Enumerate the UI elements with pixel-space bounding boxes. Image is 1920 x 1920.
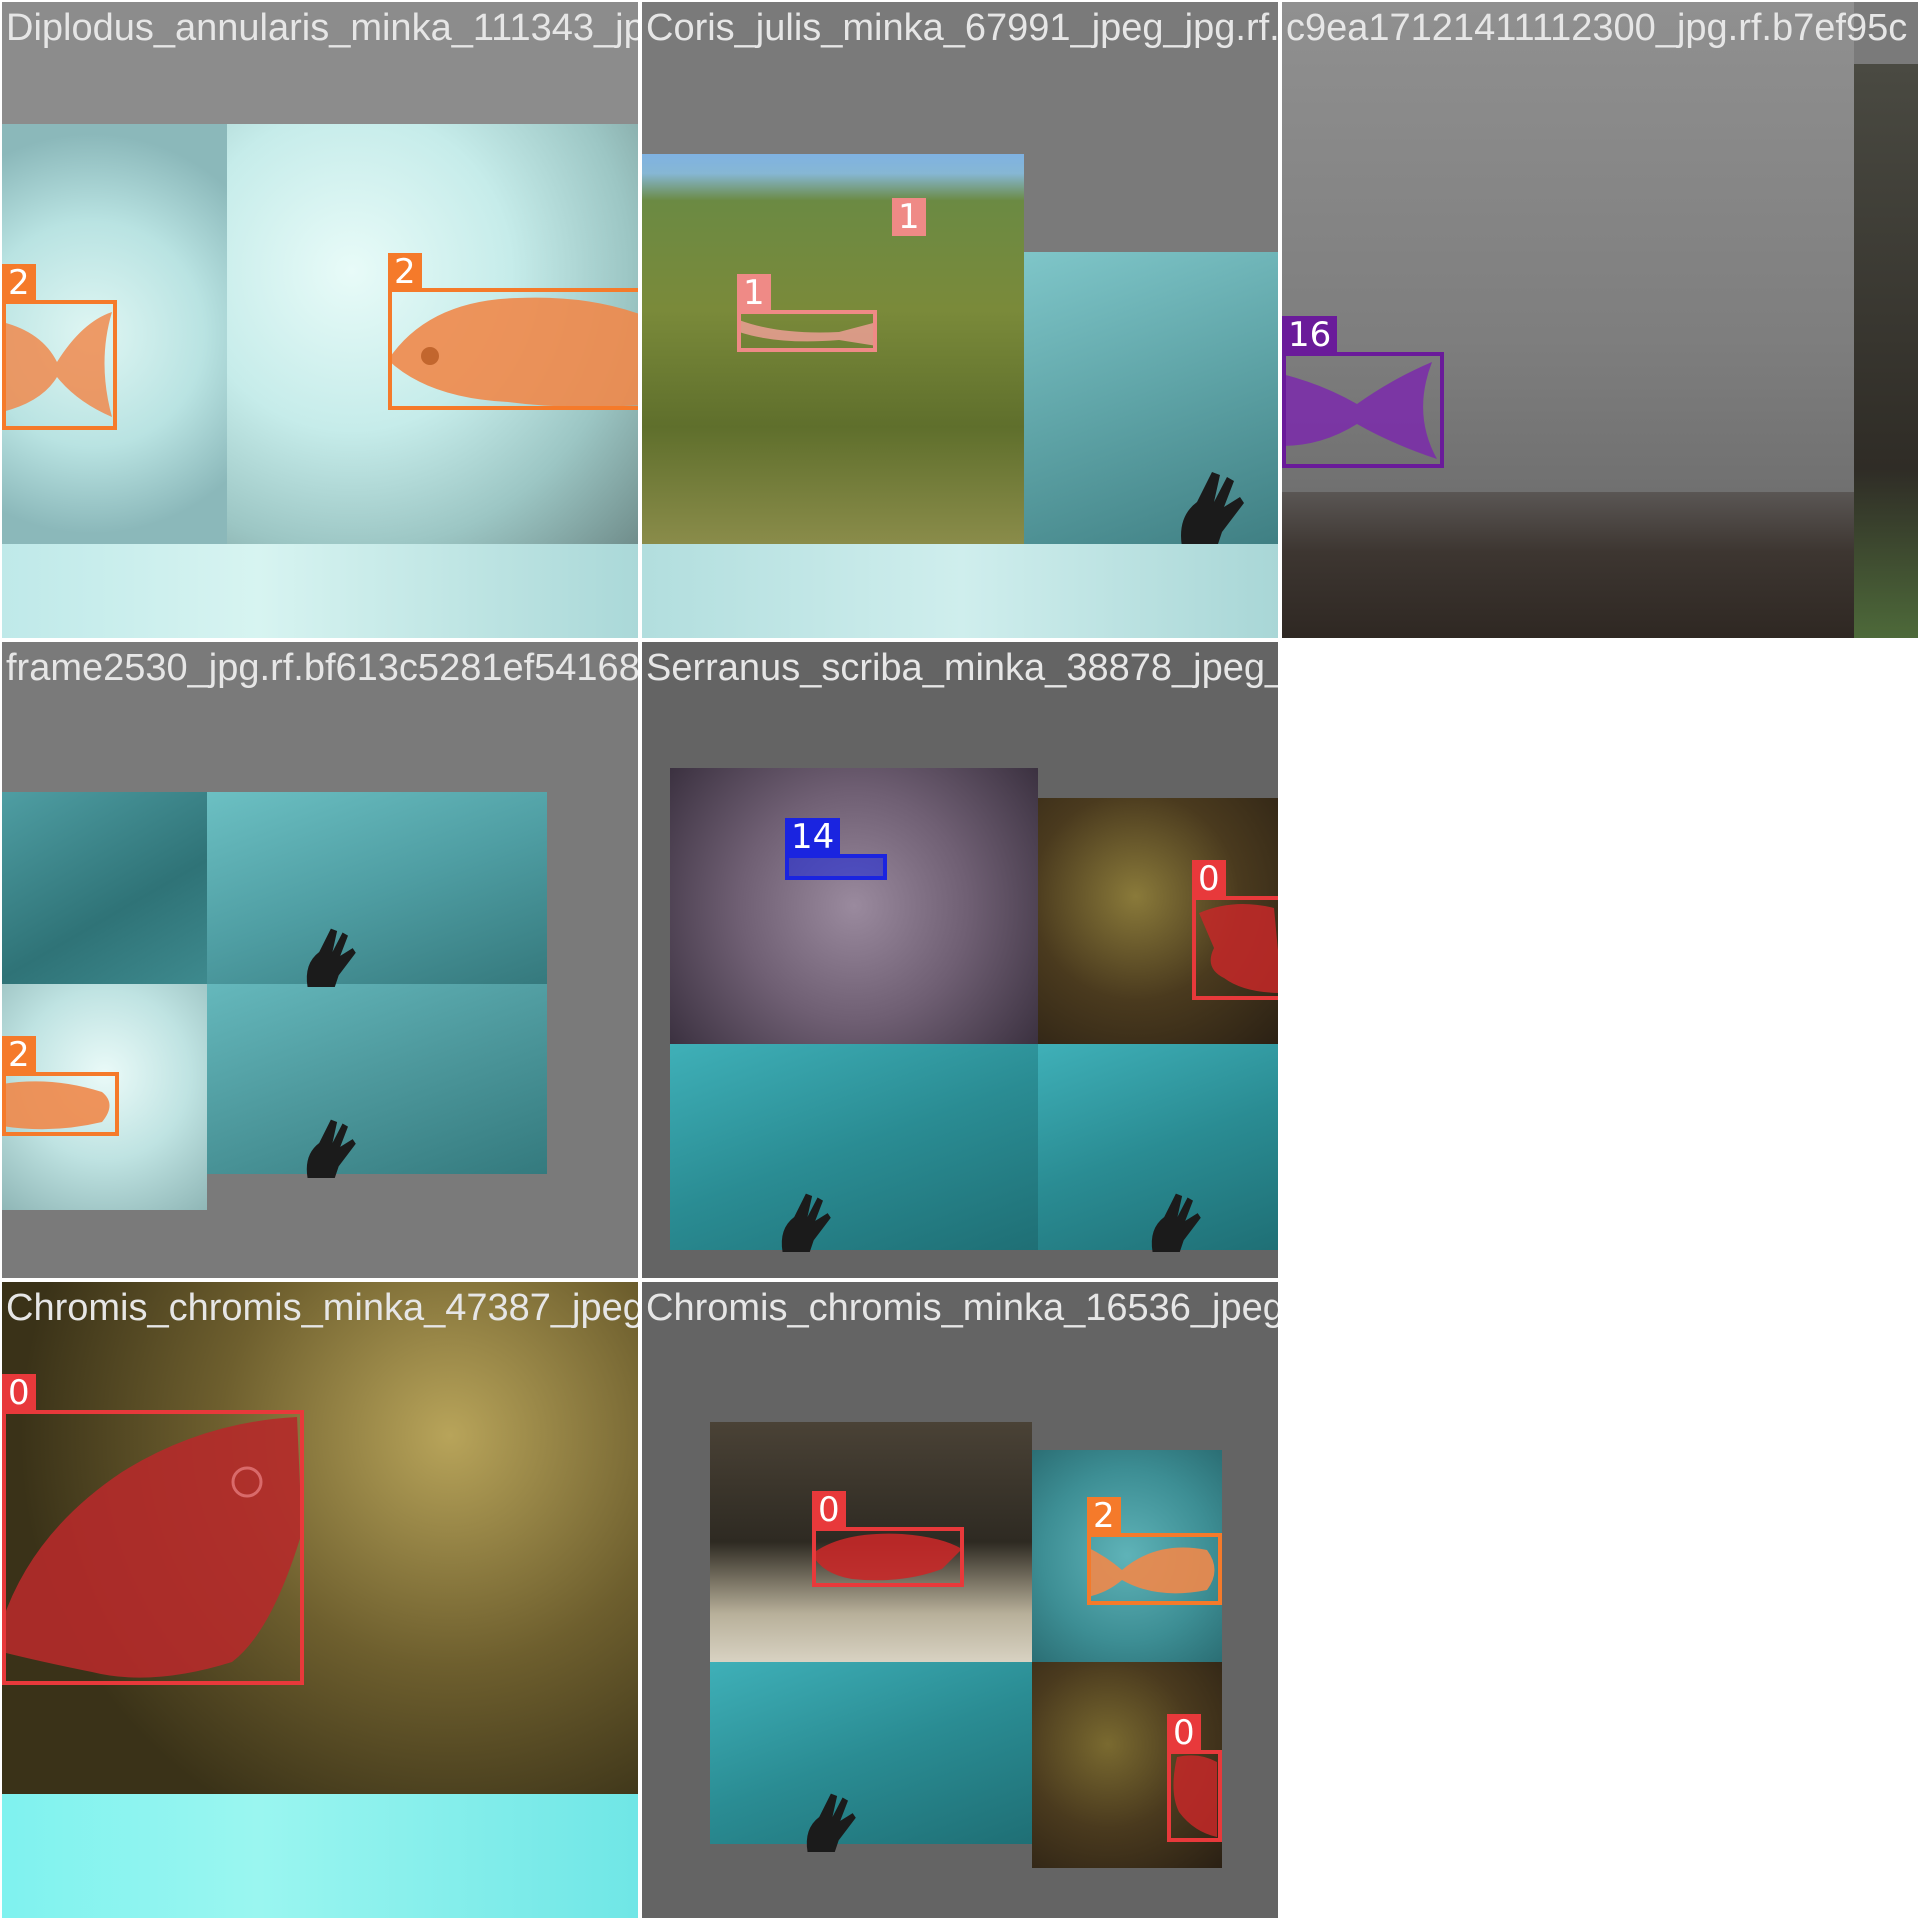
empty-canvas [1280, 640, 1920, 1920]
detection-label: 2 [2, 1036, 36, 1074]
mosaic-tile-2: Coris_julis_minka_67991_jpeg_jpg.rf.b491… [640, 0, 1280, 640]
detection-label: 1 [737, 274, 771, 312]
photo-teal-c [207, 984, 547, 1174]
detection-box [785, 854, 887, 880]
detection-box [1192, 896, 1278, 1000]
photo-teal-left [670, 1044, 1038, 1250]
photo-teal-b [207, 792, 547, 984]
detection-box [2, 300, 117, 430]
mosaic-tile-1: Diplodus_annularis_minka_111343_jpeg_jpg… [0, 0, 640, 640]
detection-label: 14 [785, 818, 841, 856]
photo-purple-reef [670, 768, 1038, 1044]
detection-box [737, 310, 877, 352]
mosaic-tile-4: frame2530_jpg.rf.bf613c5281ef54168017ca8… [0, 640, 640, 1280]
diver-hand-icon [306, 1119, 356, 1178]
diver-hand-icon [781, 1193, 831, 1252]
mosaic-tile-6: Chromis_chromis_minka_47387_jpeg_jpg.rf.… [0, 1280, 640, 1920]
tile-title: Coris_julis_minka_67991_jpeg_jpg.rf.b491 [646, 7, 1280, 49]
detection-label: 2 [1087, 1497, 1121, 1535]
detection-box [812, 1527, 964, 1587]
mosaic-tile-3: c9ea17121411112300_jpg.rf.b7ef95c 16 [1280, 0, 1920, 640]
diver-hand-icon [1181, 472, 1244, 547]
detection-label: 2 [388, 253, 422, 291]
detection-box [1087, 1533, 1222, 1605]
detection-label: 16 [1282, 316, 1338, 354]
tile-title: frame2530_jpg.rf.bf613c5281ef54168017ca8 [6, 647, 640, 689]
diver-hand-icon [1151, 1193, 1201, 1252]
detection-label: 0 [1192, 860, 1226, 898]
detection-label: 0 [1167, 1714, 1201, 1752]
tile-title: Serranus_scriba_minka_38878_jpeg_jpg.rf. [646, 647, 1278, 689]
photo-bottom-aqua [2, 1794, 638, 1918]
detection-label: 0 [812, 1491, 846, 1529]
detection-label: 0 [2, 1374, 36, 1412]
tile-title: c9ea17121411112300_jpg.rf.b7ef95c [1286, 7, 1908, 49]
detection-box [388, 288, 638, 410]
photo-bottom [642, 544, 1278, 638]
mosaic-tile-5: Serranus_scriba_minka_38878_jpeg_jpg.rf.… [640, 640, 1280, 1280]
detection-box [1167, 1750, 1222, 1842]
detection-label: 2 [2, 264, 36, 302]
tile-title: Chromis_chromis_minka_16536_jpeg_jpg.rf. [646, 1287, 1280, 1329]
photo-bottom [2, 544, 638, 638]
photo-teal-a [2, 792, 207, 984]
detection-box [1282, 352, 1444, 468]
mosaic-tile-7: Chromis_chromis_minka_16536_jpeg_jpg.rf.… [640, 1280, 1280, 1920]
detection-label: 1 [892, 198, 926, 236]
diver-hand-icon [306, 928, 356, 987]
photo-murky-water [1282, 2, 1854, 562]
diver-hand-icon [806, 1793, 856, 1852]
photo-seabed-strip [1282, 492, 1854, 638]
photo-side-strip [1854, 64, 1918, 638]
detection-box [2, 1072, 119, 1136]
photo-teal-seafloor [710, 1662, 1032, 1844]
tile-title: Chromis_chromis_minka_47387_jpeg_jpg.rf. [6, 1287, 640, 1329]
tile-title: Diplodus_annularis_minka_111343_jpeg_jpg… [6, 7, 638, 49]
detection-box [2, 1410, 304, 1685]
